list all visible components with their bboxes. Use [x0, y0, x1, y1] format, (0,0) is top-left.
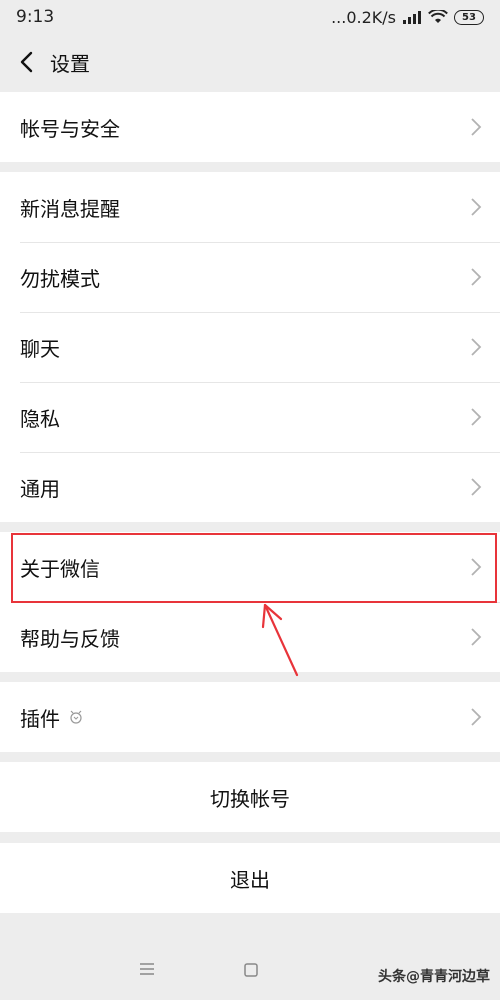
home-icon[interactable]	[243, 962, 259, 978]
settings-item-plugins[interactable]: 插件	[0, 682, 500, 752]
logout-button[interactable]: 退出	[0, 843, 500, 913]
settings-item-general[interactable]: 通用	[0, 452, 500, 522]
settings-item-label: 关于微信	[20, 556, 100, 581]
signal-icon	[403, 11, 421, 24]
settings-item-chat[interactable]: 聊天	[0, 312, 500, 382]
back-arrow-icon	[20, 51, 33, 73]
settings-item-notifications[interactable]: 新消息提醒	[0, 172, 500, 242]
plugin-icon	[70, 710, 82, 724]
settings-screen: 9:13 ...0.2K/s 53 设置 帐号与安全 新消息提醒 勿扰模式 聊天…	[0, 0, 500, 1000]
back-button[interactable]	[6, 34, 46, 90]
chevron-right-icon	[471, 558, 482, 576]
settings-item-label: 帮助与反馈	[20, 626, 120, 651]
settings-item-about-wechat[interactable]: 关于微信	[0, 532, 500, 602]
chevron-right-icon	[471, 118, 482, 136]
menu-icon[interactable]	[138, 962, 156, 976]
switch-account-label: 切换帐号	[210, 786, 290, 811]
account-group: 帐号与安全	[0, 92, 500, 162]
general-group: 新消息提醒 勿扰模式 聊天 隐私 通用	[0, 172, 500, 522]
settings-item-account-security[interactable]: 帐号与安全	[0, 92, 500, 162]
wifi-icon	[428, 10, 448, 23]
status-bar: 9:13 ...0.2K/s 53	[0, 0, 500, 34]
chevron-right-icon	[471, 708, 482, 726]
settings-item-label: 通用	[20, 476, 60, 501]
page-title: 设置	[50, 51, 90, 76]
chevron-right-icon	[471, 338, 482, 356]
logout-group: 退出	[0, 843, 500, 913]
settings-item-label: 插件	[20, 706, 60, 731]
logout-label: 退出	[230, 867, 270, 892]
switch-account-button[interactable]: 切换帐号	[0, 762, 500, 832]
settings-item-label: 帐号与安全	[20, 116, 120, 141]
nav-bar: 设置	[0, 34, 500, 90]
chevron-right-icon	[471, 478, 482, 496]
system-nav-bar: 头条@青青河边草	[0, 940, 500, 1000]
watermark: 头条@青青河边草	[378, 969, 490, 985]
battery-indicator: 53	[454, 9, 484, 25]
settings-item-label: 聊天	[20, 336, 60, 361]
switch-account-group: 切换帐号	[0, 762, 500, 832]
status-indicators: ...0.2K/s 53	[331, 8, 484, 27]
status-time: 9:13	[16, 7, 55, 27]
plugins-group: 插件	[0, 682, 500, 752]
settings-item-label: 勿扰模式	[20, 266, 100, 291]
chevron-right-icon	[471, 408, 482, 426]
network-speed: ...0.2K/s	[331, 7, 396, 27]
settings-item-label: 隐私	[20, 406, 60, 431]
chevron-right-icon	[471, 628, 482, 646]
settings-item-privacy[interactable]: 隐私	[0, 382, 500, 452]
chevron-right-icon	[471, 268, 482, 286]
annotation-arrow-icon	[261, 603, 299, 677]
settings-item-do-not-disturb[interactable]: 勿扰模式	[0, 242, 500, 312]
chevron-right-icon	[471, 198, 482, 216]
settings-item-label: 新消息提醒	[20, 196, 120, 221]
